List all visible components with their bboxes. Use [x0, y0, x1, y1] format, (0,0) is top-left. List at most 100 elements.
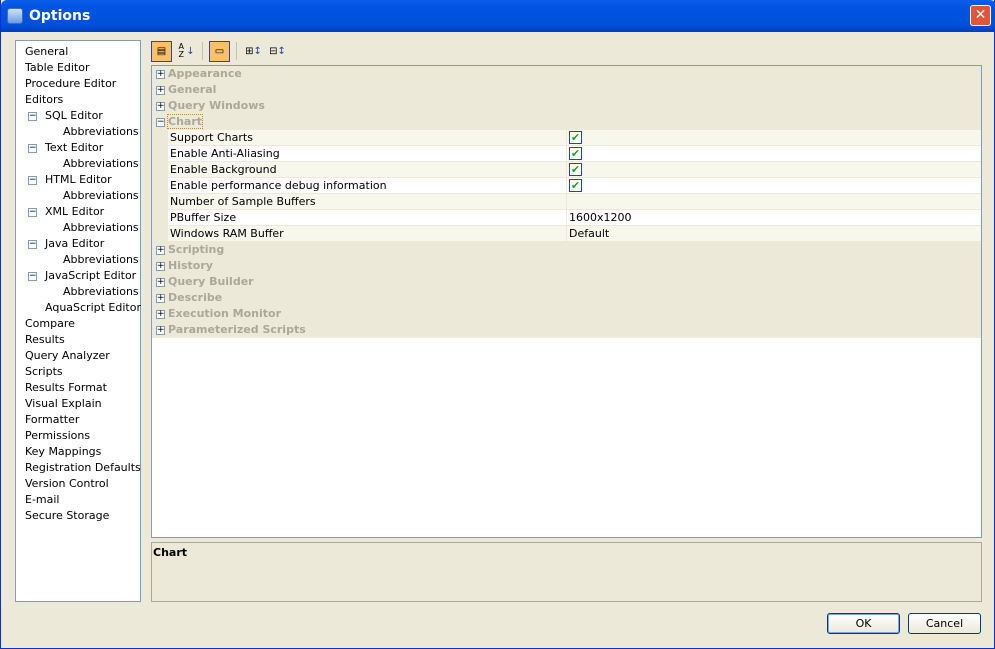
collapse-icon[interactable]: − — [28, 208, 37, 217]
checkbox-checked-icon[interactable]: ✔ — [569, 147, 582, 160]
tree-item[interactable]: Table Editor — [16, 60, 140, 76]
category-row[interactable]: + Parameterized Scripts — [152, 322, 981, 338]
tree-item[interactable]: Results — [16, 332, 140, 348]
tree-item[interactable]: − Text Editor — [16, 140, 140, 156]
tree-item[interactable]: AquaScript Editor — [16, 300, 141, 316]
property-value[interactable]: ✔ — [567, 146, 981, 161]
collapse-all-button[interactable]: ⊟↕ — [267, 41, 288, 62]
property-value[interactable]: ✔ — [567, 178, 981, 193]
toolbar-separator — [236, 42, 237, 60]
collapse-icon[interactable]: − — [28, 112, 37, 121]
tree-item[interactable]: Query Analyzer — [16, 348, 140, 364]
tree-item[interactable]: E-mail — [16, 492, 140, 508]
collapse-icon[interactable]: − — [28, 144, 37, 153]
property-name: Number of Sample Buffers — [168, 194, 567, 209]
expand-icon[interactable]: + — [156, 262, 165, 271]
category-row[interactable]: + General — [152, 82, 981, 98]
category-label: Query Builder — [168, 275, 254, 288]
category-row[interactable]: + Query Builder — [152, 274, 981, 290]
tree-item-label: E-mail — [25, 493, 60, 506]
tree-item[interactable]: Visual Explain — [16, 396, 140, 412]
property-row[interactable]: Enable Background ✔ — [168, 162, 981, 178]
collapse-icon[interactable]: − — [28, 176, 37, 185]
tree-item-label: SQL Editor — [45, 109, 103, 122]
expand-icon[interactable]: + — [156, 278, 165, 287]
tree-item[interactable]: Abbreviations — [16, 252, 140, 268]
property-value[interactable]: ✔ — [567, 162, 981, 177]
expand-icon[interactable]: + — [156, 294, 165, 303]
tree-item[interactable]: − JavaScript Editor — [16, 268, 140, 284]
tree-item[interactable]: Abbreviations — [16, 284, 140, 300]
tree-item[interactable]: Compare — [16, 316, 140, 332]
category-label: Parameterized Scripts — [168, 323, 306, 336]
property-value[interactable]: ✔ — [567, 130, 981, 145]
collapse-icon[interactable]: − — [28, 272, 37, 281]
ok-button[interactable]: OK — [827, 613, 900, 634]
tree-item[interactable]: Results Format — [16, 380, 140, 396]
category-row[interactable]: + History — [152, 258, 981, 274]
property-row[interactable]: Windows RAM Buffer Default — [168, 226, 981, 242]
expand-icon[interactable]: + — [156, 70, 165, 79]
category-row[interactable]: + Execution Monitor — [152, 306, 981, 322]
expand-icon[interactable]: + — [156, 310, 165, 319]
tree-item[interactable]: Registration Defaults — [16, 460, 141, 476]
property-name: PBuffer Size — [168, 210, 567, 225]
category-row[interactable]: + Scripting — [152, 242, 981, 258]
collapse-icon[interactable]: − — [156, 118, 165, 127]
tree-item[interactable]: Abbreviations — [16, 188, 140, 204]
expand-icon[interactable]: + — [156, 326, 165, 335]
property-row[interactable]: PBuffer Size 1600x1200 — [168, 210, 981, 226]
property-name: Support Charts — [168, 130, 567, 145]
tree-item[interactable]: Editors — [16, 92, 140, 108]
tree-item[interactable]: Abbreviations — [16, 156, 140, 172]
tree-item[interactable]: Key Mappings — [16, 444, 140, 460]
tree-item[interactable]: − Java Editor — [16, 236, 140, 252]
tree-item[interactable]: Permissions — [16, 428, 140, 444]
checkbox-checked-icon[interactable]: ✔ — [569, 131, 582, 144]
tree-item[interactable]: − XML Editor — [16, 204, 140, 220]
category-row[interactable]: + Describe — [152, 290, 981, 306]
checkbox-checked-icon[interactable]: ✔ — [569, 179, 582, 192]
tree-item[interactable]: Secure Storage — [16, 508, 140, 524]
tree-item[interactable]: General — [16, 44, 140, 60]
tree-item[interactable]: Abbreviations — [16, 124, 140, 140]
tree-item-label: Key Mappings — [25, 445, 102, 458]
cancel-button[interactable]: Cancel — [908, 613, 981, 634]
category-row[interactable]: + Query Windows — [152, 98, 981, 114]
category-label: Chart — [166, 114, 204, 129]
property-value[interactable] — [567, 194, 981, 209]
close-button[interactable]: ✕ — [970, 5, 991, 26]
property-row[interactable]: Number of Sample Buffers — [168, 194, 981, 210]
category-row[interactable]: − Chart — [152, 114, 981, 130]
tree-item[interactable]: Formatter — [16, 412, 140, 428]
category-label: Execution Monitor — [168, 307, 282, 320]
expand-icon[interactable]: + — [156, 102, 165, 111]
property-row[interactable]: Support Charts ✔ — [168, 130, 981, 146]
collapse-icon[interactable]: − — [28, 240, 37, 249]
category-label: Appearance — [168, 67, 242, 80]
tree-item[interactable]: Abbreviations — [16, 220, 140, 236]
category-row[interactable]: + Appearance — [152, 66, 981, 82]
property-row[interactable]: Enable Anti-Aliasing ✔ — [168, 146, 981, 162]
expand-icon[interactable]: + — [156, 246, 165, 255]
property-value[interactable]: Default — [567, 226, 981, 241]
property-row[interactable]: Enable performance debug information ✔ — [168, 178, 981, 194]
tree-item[interactable]: Version Control — [16, 476, 140, 492]
tree-item-label: Abbreviations — [63, 125, 139, 138]
checkbox-checked-icon[interactable]: ✔ — [569, 163, 582, 176]
expand-all-button[interactable]: ⊞↕ — [243, 41, 264, 62]
tree-item[interactable]: Scripts — [16, 364, 140, 380]
tree-item[interactable]: − SQL Editor — [16, 108, 140, 124]
tree-item-label: Abbreviations — [63, 157, 139, 170]
tree-item[interactable]: Procedure Editor — [16, 76, 140, 92]
tree-item-label: Java Editor — [45, 237, 105, 250]
expand-icon[interactable]: + — [156, 86, 165, 95]
categorized-button[interactable]: ▤ — [151, 40, 172, 62]
tree-item-label: Version Control — [25, 477, 109, 490]
description-toggle-button[interactable]: ▭ — [209, 40, 230, 62]
tree-item[interactable]: − HTML Editor — [16, 172, 140, 188]
tree-item-label: Formatter — [25, 413, 80, 426]
property-value[interactable]: 1600x1200 — [567, 210, 981, 225]
property-name: Windows RAM Buffer — [168, 226, 567, 241]
alphabetical-button[interactable]: A Z ↓ — [175, 41, 196, 62]
